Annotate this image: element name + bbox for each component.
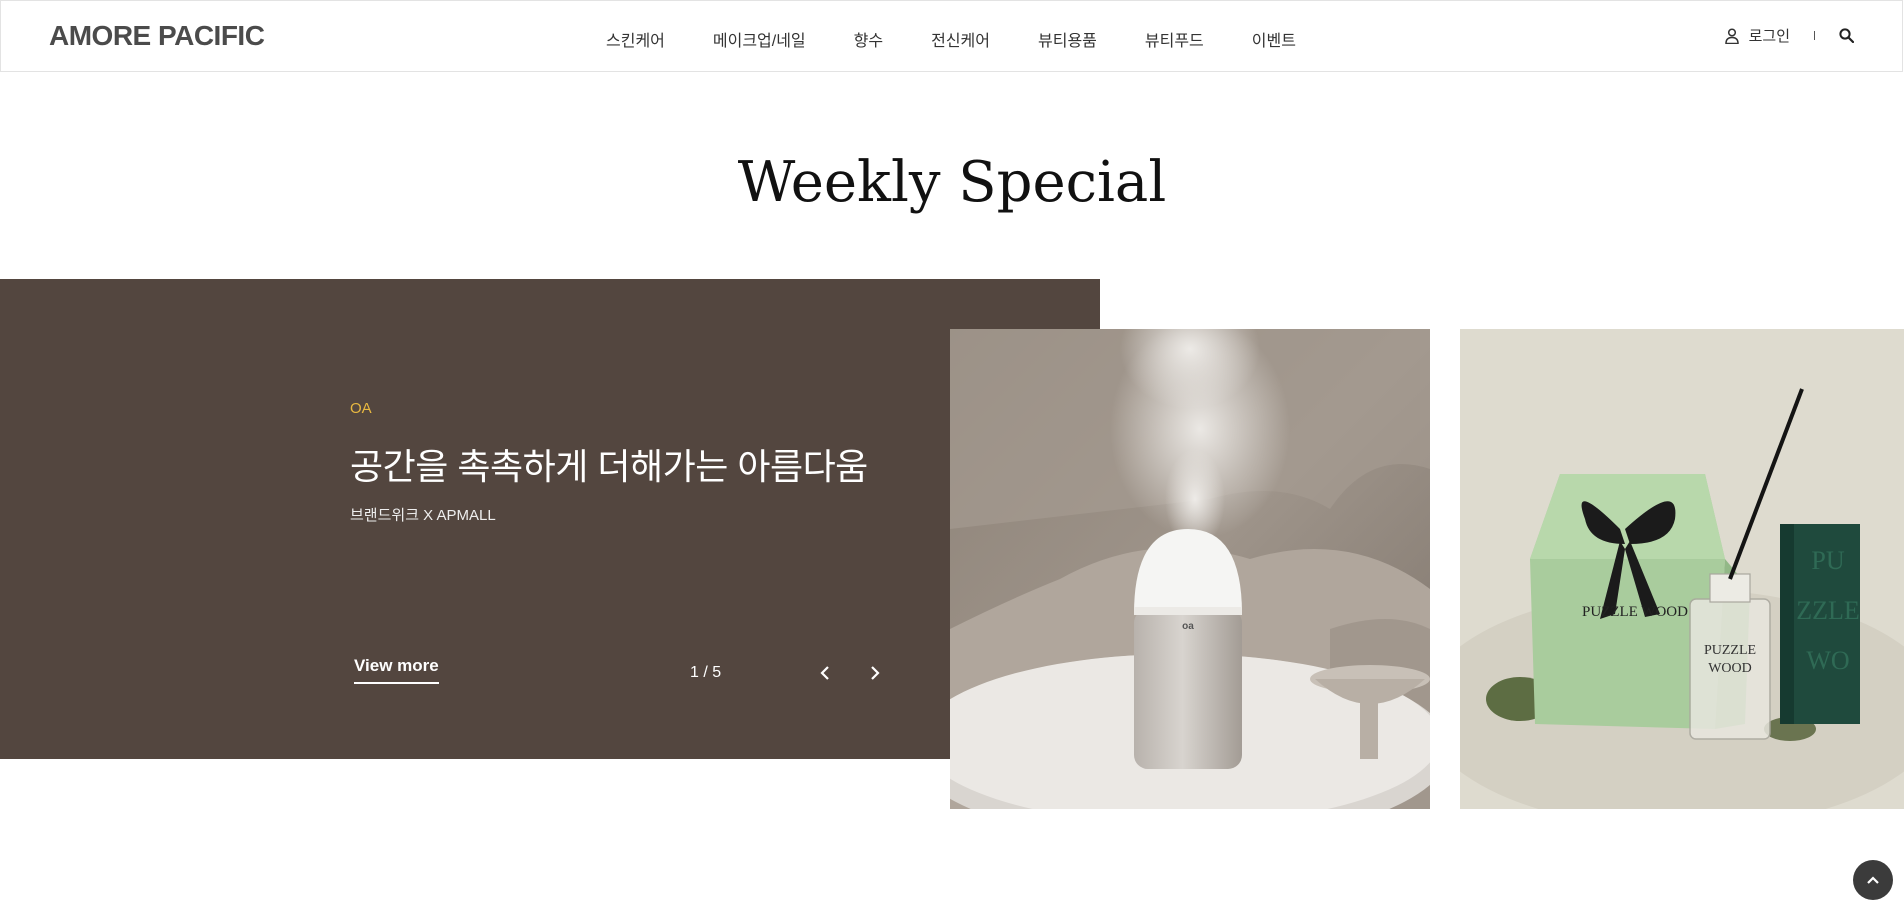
svg-text:PUZZLE: PUZZLE (1704, 643, 1756, 658)
nav-item-beauty-food[interactable]: 뷰티푸드 (1145, 27, 1204, 51)
site-header: AMORE PACIFIC 스킨케어 메이크업/네일 향수 전신케어 뷰티용품 … (0, 0, 1903, 72)
banner-headline: 공간을 촉촉하게 더해가는 아름다움 (350, 446, 868, 487)
login-link[interactable]: 로그인 (1724, 25, 1790, 46)
puzzle-wood-diffuser-image[interactable]: PUZZLE WOOD PU ZZLE WO PUZZLE WOOD (1460, 329, 1904, 809)
nav-item-event[interactable]: 이벤트 (1252, 27, 1296, 51)
main-nav: 스킨케어 메이크업/네일 향수 전신케어 뷰티용품 뷰티푸드 이벤트 (606, 27, 1344, 51)
view-more-link[interactable]: View more (354, 656, 439, 684)
box-label: PUZZLE WOOD (1582, 604, 1688, 620)
chevron-right-icon (871, 666, 880, 680)
search-icon (1839, 28, 1854, 43)
promo-banner (0, 279, 1100, 759)
section-title: Weekly Special (737, 149, 1167, 215)
svg-text:WOOD: WOOD (1708, 661, 1752, 676)
nav-item-bodycare[interactable]: 전신케어 (931, 27, 990, 51)
svg-text:WO: WO (1806, 646, 1849, 675)
next-slide-button[interactable] (864, 662, 886, 684)
user-icon (1724, 27, 1739, 44)
banner-subtitle: 브랜드위크 X APMALL (350, 507, 496, 524)
humidifier-illustration: oa (950, 329, 1430, 809)
login-label: 로그인 (1748, 28, 1790, 45)
svg-text:ZZLE: ZZLE (1796, 596, 1860, 625)
svg-text:PU: PU (1811, 546, 1844, 575)
nav-item-makeup-nail[interactable]: 메이크업/네일 (713, 27, 806, 51)
slide-counter: 1 / 5 (690, 664, 722, 681)
scroll-top-button[interactable] (1853, 860, 1893, 900)
search-button[interactable] (1839, 28, 1854, 43)
nav-item-skincare[interactable]: 스킨케어 (606, 27, 665, 51)
site-logo[interactable]: AMORE PACIFIC (49, 20, 265, 52)
chevron-up-icon (1867, 876, 1879, 884)
prev-slide-button[interactable] (814, 662, 836, 684)
header-utility: 로그인 (1724, 25, 1854, 46)
banner-brand: OA (350, 400, 372, 417)
chevron-left-icon (820, 666, 829, 680)
diffuser-illustration: PUZZLE WOOD PU ZZLE WO PUZZLE WOOD (1460, 329, 1904, 809)
header-divider (1814, 31, 1815, 40)
humidifier-product-image[interactable]: oa (950, 329, 1430, 809)
svg-text:oa: oa (1182, 621, 1194, 632)
nav-item-perfume[interactable]: 향수 (854, 27, 883, 51)
nav-item-beauty-tools[interactable]: 뷰티용품 (1038, 27, 1097, 51)
